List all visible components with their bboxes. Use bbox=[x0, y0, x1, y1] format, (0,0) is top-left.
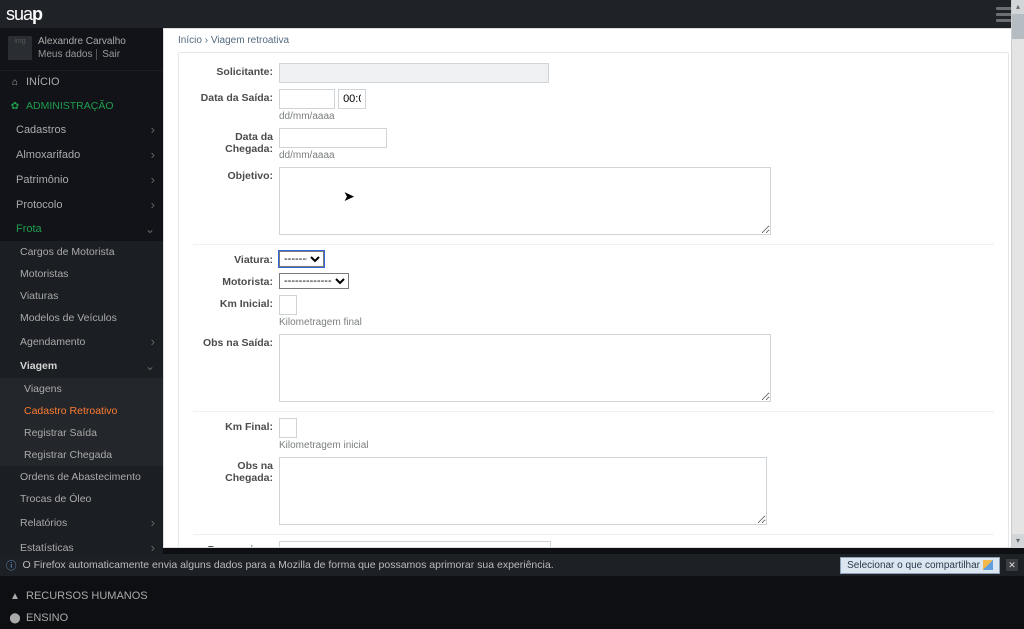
label-objetivo: Objetivo: bbox=[193, 167, 279, 182]
breadcrumb: Início › Viagem retroativa bbox=[178, 33, 1009, 52]
nav-viagens[interactable]: Viagens bbox=[0, 378, 163, 400]
nav-almoxarifado[interactable]: Almoxarifado bbox=[0, 142, 163, 167]
nav-modelos-veiculos[interactable]: Modelos de Veículos bbox=[0, 307, 163, 329]
input-solicitante[interactable] bbox=[279, 63, 549, 83]
info-icon: ⓘ bbox=[6, 558, 17, 573]
input-km-final[interactable] bbox=[279, 418, 297, 438]
nav-rh[interactable]: ▲RECURSOS HUMANOS bbox=[0, 585, 163, 607]
hint-km-final: Kilometragem inicial bbox=[279, 440, 994, 451]
label-solicitante: Solicitante: bbox=[193, 63, 279, 78]
hint-data-saida: dd/mm/aaaa bbox=[279, 111, 994, 122]
vertical-scrollbar[interactable]: ▴ ▾ bbox=[1011, 0, 1024, 548]
label-km-final: Km Final: bbox=[193, 418, 279, 433]
nav-agendamento[interactable]: Agendamento bbox=[0, 329, 163, 354]
nav-ordens-abastecimento[interactable]: Ordens de Abastecimento bbox=[0, 466, 163, 488]
content-area: Início › Viagem retroativa Solicitante: … bbox=[163, 28, 1024, 548]
nav-registrar-saida[interactable]: Registrar Saída bbox=[0, 422, 163, 444]
nav-ensino[interactable]: ⬤ENSINO bbox=[0, 607, 163, 629]
select-viatura[interactable]: --------- bbox=[279, 251, 324, 267]
textarea-objetivo[interactable] bbox=[279, 167, 771, 235]
label-obs-chegada: Obs na Chegada: bbox=[193, 457, 279, 484]
share-icon bbox=[983, 560, 993, 570]
scroll-up-icon[interactable]: ▴ bbox=[1012, 0, 1024, 14]
nav-viagem[interactable]: Viagem bbox=[0, 354, 163, 378]
nav-relatorios[interactable]: Relatórios bbox=[0, 510, 163, 535]
label-viatura: Viatura: bbox=[193, 251, 279, 266]
nav-admin-header[interactable]: ✿ADMINISTRAÇÃO bbox=[0, 93, 163, 117]
label-obs-saida: Obs na Saída: bbox=[193, 334, 279, 349]
label-motorista: Motorista: bbox=[193, 273, 279, 288]
select-motorista[interactable]: ----------------- bbox=[279, 273, 349, 289]
avatar: img bbox=[8, 36, 32, 60]
nav-cadastros[interactable]: Cadastros bbox=[0, 117, 163, 142]
gear-icon: ✿ bbox=[8, 101, 22, 112]
nav-viaturas[interactable]: Viaturas bbox=[0, 285, 163, 307]
nav-frota[interactable]: Frota bbox=[0, 217, 163, 241]
textarea-obs-saida[interactable] bbox=[279, 334, 771, 402]
input-km-inicial[interactable] bbox=[279, 295, 297, 315]
breadcrumb-page[interactable]: Viagem retroativa bbox=[211, 35, 289, 46]
input-data-chegada[interactable] bbox=[279, 128, 387, 148]
link-meus-dados[interactable]: Meus dados bbox=[38, 49, 97, 60]
scroll-thumb[interactable] bbox=[1012, 14, 1024, 39]
browser-info-bar: ⓘ O Firefox automaticamente envia alguns… bbox=[0, 554, 1024, 576]
nav-inicio[interactable]: ⌂INÍCIO bbox=[0, 71, 163, 93]
label-data-chegada: Data da Chegada: bbox=[193, 128, 279, 155]
circle-icon: ⬤ bbox=[8, 613, 22, 624]
label-km-inicial: Km Inicial: bbox=[193, 295, 279, 310]
user-block: img Alexandre Carvalho Meus dados Sair bbox=[0, 28, 163, 71]
person-icon: ▲ bbox=[8, 591, 22, 602]
nav-registrar-chegada[interactable]: Registrar Chegada bbox=[0, 444, 163, 466]
label-passageiros: Passageiros: bbox=[193, 541, 279, 548]
nav-cargos-motorista[interactable]: Cargos de Motorista bbox=[0, 241, 163, 263]
nav-patrimonio[interactable]: Patrimônio bbox=[0, 167, 163, 192]
nav-trocas-oleo[interactable]: Trocas de Óleo bbox=[0, 488, 163, 510]
breadcrumb-home[interactable]: Início bbox=[178, 35, 202, 46]
link-sair[interactable]: Sair bbox=[102, 49, 124, 60]
app-logo: suap bbox=[6, 4, 42, 25]
user-name: Alexandre Carvalho bbox=[38, 35, 126, 48]
hint-data-chegada: dd/mm/aaaa bbox=[279, 150, 994, 161]
textarea-obs-chegada[interactable] bbox=[279, 457, 767, 525]
sidebar: img Alexandre Carvalho Meus dados Sair ⌂… bbox=[0, 28, 163, 548]
input-passageiros[interactable] bbox=[279, 541, 551, 548]
home-icon: ⌂ bbox=[8, 77, 22, 88]
scroll-down-icon[interactable]: ▾ bbox=[1012, 534, 1024, 548]
hint-km-inicial: Kilometragem final bbox=[279, 317, 994, 328]
input-data-saida-time[interactable] bbox=[338, 89, 366, 109]
close-icon[interactable]: ✕ bbox=[1006, 559, 1018, 571]
nav-motoristas[interactable]: Motoristas bbox=[0, 263, 163, 285]
topbar: suap bbox=[0, 0, 1024, 28]
info-message: O Firefox automaticamente envia alguns d… bbox=[23, 559, 554, 571]
input-data-saida-date[interactable] bbox=[279, 89, 335, 109]
nav-protocolo[interactable]: Protocolo bbox=[0, 192, 163, 217]
share-button[interactable]: Selecionar o que compartilhar bbox=[840, 557, 1000, 574]
nav-cadastro-retroativo[interactable]: Cadastro Retroativo bbox=[0, 400, 163, 422]
label-data-saida: Data da Saída: bbox=[193, 89, 279, 104]
